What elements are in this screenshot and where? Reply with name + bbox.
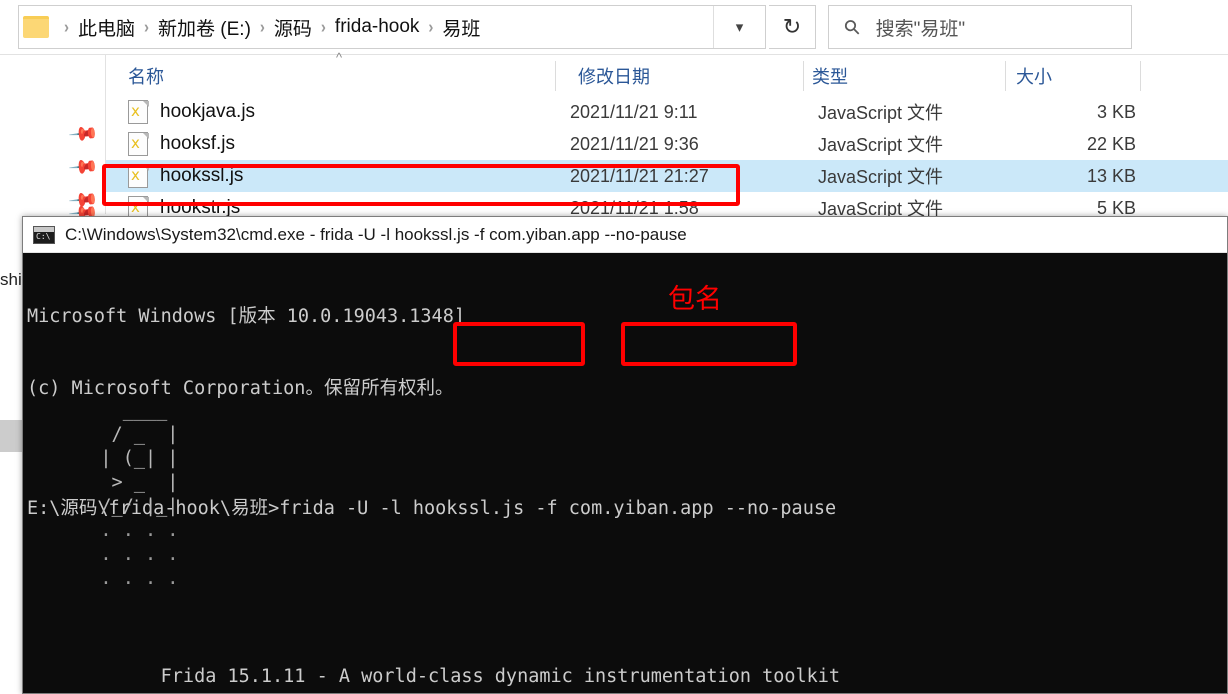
caret-up-icon: ^ <box>336 50 343 65</box>
file-date: 2021/11/21 9:11 <box>570 101 698 122</box>
chevron-down-icon[interactable]: ▾ <box>713 6 765 48</box>
file-type: JavaScript 文件 <box>818 103 944 123</box>
breadcrumb-item-source[interactable]: 源码 <box>274 14 312 41</box>
column-divider-4[interactable] <box>1140 61 1141 91</box>
annotation-box-package-arg <box>621 322 797 366</box>
javascript-file-icon: x <box>128 100 150 124</box>
table-row[interactable]: x hookjava.js 2021/11/21 9:11 JavaScript… <box>106 96 1228 128</box>
column-divider-2[interactable] <box>803 61 804 91</box>
cmd-icon <box>33 225 55 244</box>
command-prompt-window: C:\Windows\System32\cmd.exe - frida -U -… <box>22 216 1228 694</box>
cmd-title-bar[interactable]: C:\Windows\System32\cmd.exe - frida -U -… <box>23 217 1227 253</box>
refresh-glyph: ↻ <box>782 14 802 39</box>
column-header-row: 名称 修改日期 类型 大小 <box>0 54 1228 96</box>
search-placeholder: 搜索"易班" <box>875 18 966 40</box>
file-date: 2021/11/21 9:36 <box>570 133 699 154</box>
cmd-output-area[interactable]: Microsoft Windows [版本 10.0.19043.1348] (… <box>23 253 1227 693</box>
breadcrumb-separator-3: › <box>320 17 326 37</box>
breadcrumb-item-this-pc[interactable]: 此电脑 <box>78 14 135 41</box>
address-bar-row: › 此电脑 › 新加卷 (E:) › 源码 › frida-hook › 易班 … <box>0 0 1228 54</box>
cmd-title-text: C:\Windows\System32\cmd.exe - frida -U -… <box>65 224 687 244</box>
cmd-command-line: E:\源码\frida-hook\易班>frida -U -l hookssl.… <box>27 498 837 519</box>
file-size: 22 KB <box>1086 133 1136 154</box>
file-type: JavaScript 文件 <box>818 199 944 216</box>
column-header-type[interactable]: 类型 <box>812 55 848 97</box>
breadcrumb-separator-0: › <box>64 17 69 37</box>
logo-line: . . . . <box>67 544 179 565</box>
column-header-size[interactable]: 大小 <box>1016 55 1052 97</box>
column-header-name[interactable]: 名称 <box>128 55 164 97</box>
javascript-file-icon: x <box>128 132 150 156</box>
file-type: JavaScript 文件 <box>818 167 944 187</box>
file-type: JavaScript 文件 <box>818 135 944 155</box>
refresh-icon[interactable]: ↻ <box>769 5 816 49</box>
column-header-date[interactable]: 修改日期 <box>578 55 650 97</box>
logo-line: / _ | <box>67 424 179 445</box>
logo-line: /_/ |_| <box>67 496 179 517</box>
breadcrumb-separator-1: › <box>144 17 150 37</box>
file-name: hookjava.js <box>160 101 256 122</box>
column-divider-3[interactable] <box>1005 61 1006 91</box>
screenshot-root: › 此电脑 › 新加卷 (E:) › 源码 › frida-hook › 易班 … <box>0 0 1228 694</box>
file-size: 3 KB <box>1096 101 1136 122</box>
breadcrumb-separator-2: › <box>259 17 265 37</box>
search-icon: ⚲ <box>839 14 866 41</box>
logo-line: | (_| | <box>67 448 179 469</box>
search-input[interactable]: ⚲ 搜索"易班" <box>828 5 1132 49</box>
breadcrumb-item-drive-e[interactable]: 新加卷 (E:) <box>158 14 251 41</box>
breadcrumb-item-yiban[interactable]: 易班 <box>442 14 480 41</box>
file-size: 13 KB <box>1086 165 1136 186</box>
table-row[interactable]: x hooksf.js 2021/11/21 9:36 JavaScript 文… <box>106 128 1228 160</box>
cmd-line: (c) Microsoft Corporation。保留所有权利。 <box>27 378 454 399</box>
file-name: hooksf.js <box>160 133 235 154</box>
annotation-box-file-row <box>102 164 740 206</box>
folder-icon <box>23 16 49 38</box>
breadcrumb-separator-4: › <box>428 17 434 37</box>
cmd-banner-line: Frida 15.1.11 - A world-class dynamic in… <box>27 666 841 687</box>
logo-line: > _ | <box>67 472 179 493</box>
logo-line: ____ <box>67 400 168 421</box>
logo-line: . . . . <box>67 568 179 589</box>
annotation-box-script-arg <box>453 322 585 366</box>
breadcrumb-item-frida-hook[interactable]: frida-hook <box>335 16 420 38</box>
breadcrumb-bar[interactable]: › 此电脑 › 新加卷 (E:) › 源码 › frida-hook › 易班 … <box>18 5 766 49</box>
annotation-label-package: 包名 <box>668 284 722 315</box>
file-size: 5 KB <box>1096 197 1136 217</box>
frida-ascii-logo: ____ / _ | | (_| | > _ | /_/ |_| . . . .… <box>67 399 178 591</box>
logo-line: . . . . <box>67 520 179 541</box>
column-divider-1[interactable] <box>555 61 556 91</box>
